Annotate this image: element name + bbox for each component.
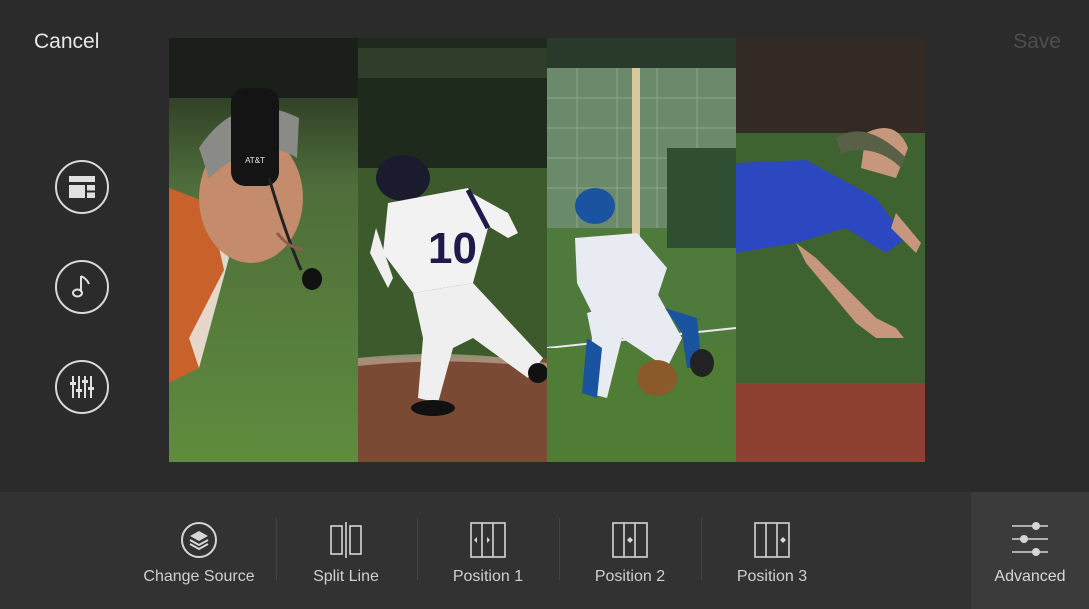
headset-logo: AT&T	[245, 156, 265, 165]
layout-button[interactable]	[55, 160, 109, 214]
toolbar-divider	[701, 518, 702, 580]
equalizer-icon	[70, 376, 94, 398]
position-3-button[interactable]: Position 3	[716, 492, 828, 609]
position-2-button[interactable]: Position 2	[574, 492, 686, 609]
position-3-icon	[754, 522, 790, 558]
position-1-icon	[470, 522, 506, 558]
editor-canvas-area: Cancel Save AT&T 10	[0, 0, 1089, 492]
save-button[interactable]: Save	[1013, 30, 1061, 54]
infielder-photo	[547, 38, 736, 462]
position-1-label: Position 1	[452, 568, 524, 585]
position-3-label: Position 3	[736, 568, 808, 585]
bottom-toolbar: Change Source Split Line Position 1 Posi…	[0, 492, 1089, 609]
layers-icon	[181, 522, 217, 558]
runner-photo: 10	[358, 38, 547, 462]
split-line-button[interactable]: Split Line	[292, 492, 400, 609]
change-source-label: Change Source	[143, 568, 255, 585]
layout-icon	[69, 176, 95, 198]
advanced-label: Advanced	[994, 568, 1066, 585]
advanced-button[interactable]: Advanced	[971, 492, 1089, 609]
toolbar-divider	[417, 518, 418, 580]
position-2-label: Position 2	[594, 568, 666, 585]
collage-panel-2[interactable]: 10	[358, 38, 547, 462]
jersey-number: 10	[428, 224, 477, 273]
position-1-button[interactable]: Position 1	[432, 492, 544, 609]
collage-panel-3[interactable]	[547, 38, 736, 462]
video-collage[interactable]: AT&T 10	[169, 38, 925, 462]
split-line-icon	[330, 522, 362, 558]
toolbar-divider	[559, 518, 560, 580]
diving-player-photo	[736, 38, 925, 462]
position-2-icon	[612, 522, 648, 558]
collage-panel-4[interactable]	[736, 38, 925, 462]
toolbar-divider	[276, 518, 277, 580]
sliders-icon	[1012, 522, 1048, 556]
change-source-button[interactable]: Change Source	[135, 492, 263, 609]
split-line-label: Split Line	[313, 568, 379, 585]
coach-photo: AT&T	[169, 38, 358, 462]
music-button[interactable]	[55, 260, 109, 314]
cancel-button[interactable]: Cancel	[34, 30, 99, 54]
collage-panel-1[interactable]: AT&T	[169, 38, 358, 462]
music-note-icon	[72, 275, 90, 298]
audio-mixer-button[interactable]	[55, 360, 109, 414]
